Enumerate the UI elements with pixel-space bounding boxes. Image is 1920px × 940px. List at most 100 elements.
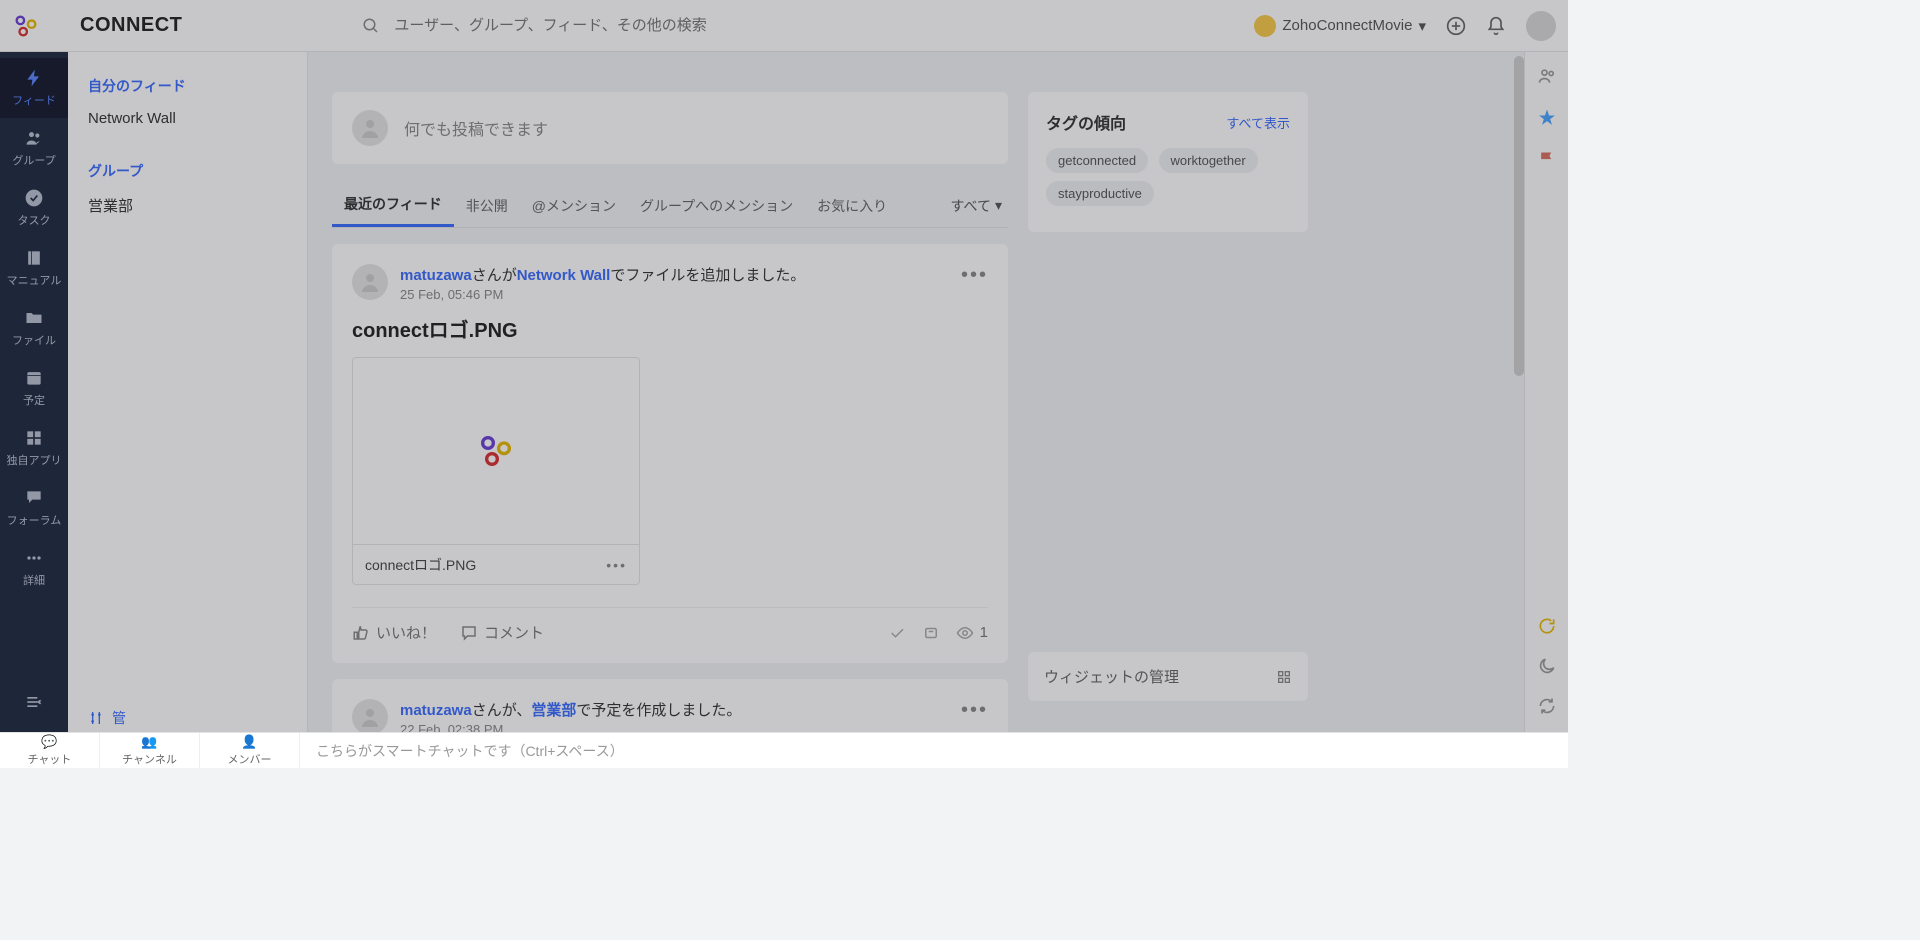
nav-more[interactable]: 詳細 <box>0 538 68 598</box>
group-icon <box>24 128 44 148</box>
network-switcher[interactable]: ZohoConnectMovie ▾ <box>1254 15 1426 37</box>
views: 1 <box>956 624 988 642</box>
attachment-bar: connectロゴ.PNG ••• <box>353 544 639 584</box>
comment-button[interactable]: コメント <box>460 622 544 643</box>
chattab-chat[interactable]: 💬 チャット <box>0 733 100 769</box>
nav-file[interactable]: ファイル <box>0 298 68 358</box>
post-header: matuzawaさんが、営業部で予定を作成しました。 22 Feb, 02:38… <box>352 699 988 732</box>
settings-icon <box>88 710 104 726</box>
composer[interactable]: 何でも投稿できます <box>332 92 1008 164</box>
nav-schedule[interactable]: 予定 <box>0 358 68 418</box>
like-button[interactable]: いいね！ <box>352 622 436 643</box>
chatbar: 💬 チャット 👥 チャンネル 👤 メンバー こちらがスマートチャットです（Ctr… <box>0 732 1568 768</box>
attachment-preview <box>353 358 639 544</box>
subnav-heading-myfeed: 自分のフィード <box>68 70 307 102</box>
user-avatar[interactable] <box>1526 11 1556 41</box>
sync-icon[interactable] <box>1537 696 1557 716</box>
calendar-icon <box>24 368 44 388</box>
puzzle-icon <box>24 428 44 448</box>
nav-collapse[interactable] <box>0 672 68 732</box>
grid-icon <box>1276 669 1292 685</box>
refresh-icon[interactable] <box>1537 616 1557 636</box>
nav-label: 予定 <box>23 392 45 408</box>
nav-forum[interactable]: フォーラム <box>0 478 68 538</box>
nav-manual[interactable]: マニュアル <box>0 238 68 298</box>
chat-hint: こちらがスマートチャットです（Ctrl+スペース） <box>316 741 624 761</box>
view-count: 1 <box>980 624 988 641</box>
check-icon[interactable] <box>888 624 906 642</box>
chevron-down-icon: ▾ <box>1418 17 1426 35</box>
star-icon[interactable] <box>1537 108 1557 128</box>
rightbar <box>1524 52 1568 732</box>
tab-mention[interactable]: @メンション <box>520 186 628 226</box>
subnav-item-sales[interactable]: 営業部 <box>68 187 307 224</box>
tags-widget: タグの傾向 すべて表示 getconnected worktogether st… <box>1028 92 1308 232</box>
nav-label: グループ <box>12 152 55 168</box>
flag-icon[interactable] <box>1537 150 1557 170</box>
feed-tabs: 最近のフィード 非公開 @メンション グループへのメンション お気に入り すべて… <box>332 184 1008 228</box>
post-time: 22 Feb, 02:38 PM <box>400 722 949 732</box>
add-icon[interactable] <box>1446 16 1466 36</box>
tag[interactable]: getconnected <box>1046 148 1148 173</box>
attachment-filename: connectロゴ.PNG <box>365 555 476 575</box>
attachment[interactable]: connectロゴ.PNG ••• <box>352 357 640 585</box>
bolt-icon <box>24 68 44 88</box>
nav-label: 詳細 <box>23 572 45 588</box>
composer-avatar <box>352 110 388 146</box>
nav-feed[interactable]: フィード <box>0 58 68 118</box>
post-more-icon[interactable]: ••• <box>961 699 988 722</box>
subnav-heading-group: グループ <box>68 155 307 187</box>
moon-icon[interactable] <box>1537 656 1557 676</box>
post-user[interactable]: matuzawa <box>400 267 472 284</box>
network-avatar <box>1254 15 1276 37</box>
bell-icon[interactable] <box>1486 16 1506 36</box>
chattab-channel[interactable]: 👥 チャンネル <box>100 733 200 769</box>
tag[interactable]: stayproductive <box>1046 181 1154 206</box>
post: matuzawaさんが、営業部で予定を作成しました。 22 Feb, 02:38… <box>332 679 1008 732</box>
stream-icon[interactable] <box>922 624 940 642</box>
comment-icon <box>460 624 478 642</box>
collapse-icon <box>24 692 44 712</box>
more-icon <box>24 548 44 568</box>
post-more-icon[interactable]: ••• <box>961 264 988 287</box>
tab-private[interactable]: 非公開 <box>454 186 520 226</box>
tab-recent[interactable]: 最近のフィード <box>332 184 454 227</box>
subnav-item-networkwall[interactable]: Network Wall <box>68 102 307 135</box>
search-wrap <box>362 17 1254 35</box>
center-column: 何でも投稿できます 最近のフィード 非公開 @メンション グループへのメンション… <box>332 92 1008 692</box>
post-location[interactable]: 営業部 <box>531 702 576 719</box>
post-location[interactable]: Network Wall <box>517 267 611 284</box>
tab-filter[interactable]: すべて ▾ <box>951 196 1009 216</box>
chat-icon: 💬 <box>41 734 57 750</box>
widget-title: タグの傾向 <box>1046 110 1126 134</box>
topbar-right: ZohoConnectMovie ▾ <box>1254 11 1556 41</box>
nav-group[interactable]: グループ <box>0 118 68 178</box>
people-icon[interactable] <box>1537 66 1557 86</box>
topbar: CONNECT ZohoConnectMovie ▾ <box>0 0 1568 52</box>
tab-group-mention[interactable]: グループへのメンション <box>628 186 805 226</box>
eye-icon <box>956 624 974 642</box>
tab-favorite[interactable]: お気に入り <box>805 186 899 226</box>
nav-custom-app[interactable]: 独自アプリ <box>0 418 68 478</box>
brand-name: CONNECT <box>80 14 182 37</box>
chattab-member[interactable]: 👤 メンバー <box>200 733 300 769</box>
post-avatar[interactable] <box>352 264 388 300</box>
post-header: matuzawaさんがNetwork Wallでファイルを追加しました。 25 … <box>352 264 988 302</box>
tag[interactable]: worktogether <box>1159 148 1258 173</box>
post-user[interactable]: matuzawa <box>400 702 472 719</box>
side-widgets: タグの傾向 すべて表示 getconnected worktogether st… <box>1028 92 1308 692</box>
search-input[interactable] <box>394 17 894 34</box>
nav-task[interactable]: タスク <box>0 178 68 238</box>
post-avatar[interactable] <box>352 699 388 732</box>
widget-showall[interactable]: すべて表示 <box>1226 113 1290 132</box>
app-logo[interactable] <box>12 12 72 40</box>
attachment-more-icon[interactable]: ••• <box>606 557 627 573</box>
subnav-footer[interactable]: 管 <box>88 708 126 728</box>
search-icon <box>362 17 380 35</box>
nav-label: 独自アプリ <box>7 452 62 468</box>
nav-label: マニュアル <box>7 272 62 288</box>
widget-manage[interactable]: ウィジェットの管理 <box>1028 652 1308 701</box>
scrollbar[interactable] <box>1514 56 1524 376</box>
post-actions: いいね！ コメント 1 <box>352 607 988 643</box>
post-time: 25 Feb, 05:46 PM <box>400 287 949 302</box>
